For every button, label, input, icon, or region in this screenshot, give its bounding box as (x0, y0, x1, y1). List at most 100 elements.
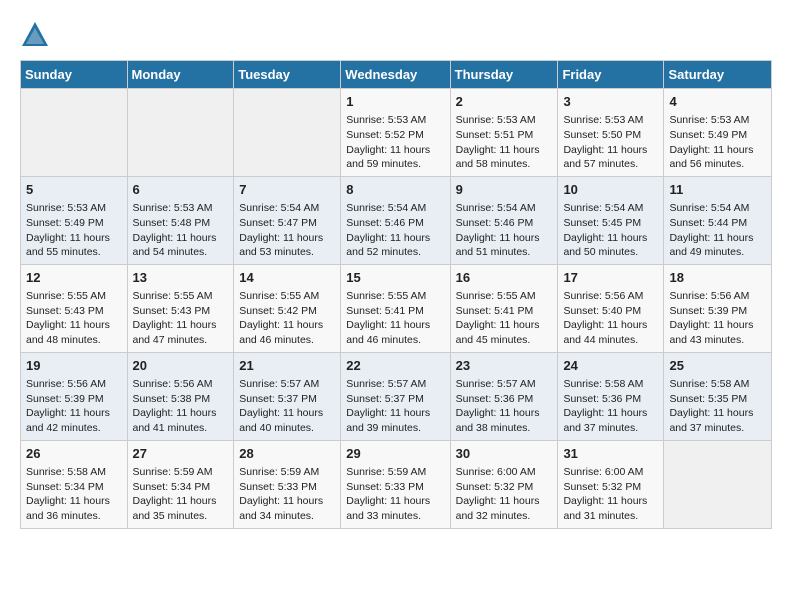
calendar-cell: 8 Sunrise: 5:54 AMSunset: 5:46 PMDaylight… (341, 176, 450, 264)
day-number: 26 (26, 445, 122, 463)
calendar-header: SundayMondayTuesdayWednesdayThursdayFrid… (21, 61, 772, 89)
day-number: 16 (456, 269, 553, 287)
day-info: Sunrise: 5:57 AMSunset: 5:36 PMDaylight:… (456, 377, 553, 436)
day-info: Sunrise: 5:59 AMSunset: 5:33 PMDaylight:… (239, 465, 335, 524)
calendar-cell: 19 Sunrise: 5:56 AMSunset: 5:39 PMDayligh… (21, 352, 128, 440)
day-info: Sunrise: 5:56 AMSunset: 5:39 PMDaylight:… (669, 289, 766, 348)
day-info: Sunrise: 5:54 AMSunset: 5:45 PMDaylight:… (563, 201, 658, 260)
calendar-cell: 1 Sunrise: 5:53 AMSunset: 5:52 PMDaylight… (341, 89, 450, 177)
day-info: Sunrise: 5:58 AMSunset: 5:36 PMDaylight:… (563, 377, 658, 436)
day-info: Sunrise: 5:53 AMSunset: 5:50 PMDaylight:… (563, 113, 658, 172)
day-number: 17 (563, 269, 658, 287)
day-info: Sunrise: 5:58 AMSunset: 5:35 PMDaylight:… (669, 377, 766, 436)
week-row-4: 26 Sunrise: 5:58 AMSunset: 5:34 PMDayligh… (21, 440, 772, 528)
day-number: 12 (26, 269, 122, 287)
day-number: 28 (239, 445, 335, 463)
calendar-cell: 6 Sunrise: 5:53 AMSunset: 5:48 PMDaylight… (127, 176, 234, 264)
day-number: 31 (563, 445, 658, 463)
calendar-cell: 15 Sunrise: 5:55 AMSunset: 5:41 PMDayligh… (341, 264, 450, 352)
calendar-cell: 26 Sunrise: 5:58 AMSunset: 5:34 PMDayligh… (21, 440, 128, 528)
day-number: 7 (239, 181, 335, 199)
header-sunday: Sunday (21, 61, 128, 89)
calendar-cell: 25 Sunrise: 5:58 AMSunset: 5:35 PMDayligh… (664, 352, 772, 440)
calendar-cell: 21Sunrise: 5:57 AMSunset: 5:37 PMDayligh… (234, 352, 341, 440)
header-tuesday: Tuesday (234, 61, 341, 89)
calendar-cell: 11 Sunrise: 5:54 AMSunset: 5:44 PMDayligh… (664, 176, 772, 264)
day-info: Sunrise: 5:55 AMSunset: 5:41 PMDaylight:… (346, 289, 444, 348)
day-info: Sunrise: 5:53 AMSunset: 5:49 PMDaylight:… (26, 201, 122, 260)
header-thursday: Thursday (450, 61, 558, 89)
day-number: 3 (563, 93, 658, 111)
calendar-cell: 2Sunrise: 5:53 AMSunset: 5:51 PMDaylight… (450, 89, 558, 177)
day-number: 15 (346, 269, 444, 287)
day-info: Sunrise: 5:54 AMSunset: 5:46 PMDaylight:… (456, 201, 553, 260)
header-monday: Monday (127, 61, 234, 89)
calendar-cell: 5 Sunrise: 5:53 AMSunset: 5:49 PMDaylight… (21, 176, 128, 264)
day-number: 11 (669, 181, 766, 199)
day-info: Sunrise: 5:55 AMSunset: 5:41 PMDaylight:… (456, 289, 553, 348)
day-info: Sunrise: 5:55 AMSunset: 5:43 PMDaylight:… (26, 289, 122, 348)
day-info: Sunrise: 5:56 AMSunset: 5:40 PMDaylight:… (563, 289, 658, 348)
calendar-cell: 18 Sunrise: 5:56 AMSunset: 5:39 PMDayligh… (664, 264, 772, 352)
day-info: Sunrise: 5:53 AMSunset: 5:51 PMDaylight:… (456, 113, 553, 172)
day-number: 1 (346, 93, 444, 111)
calendar-cell: 29 Sunrise: 5:59 AMSunset: 5:33 PMDayligh… (341, 440, 450, 528)
calendar-cell: 28 Sunrise: 5:59 AMSunset: 5:33 PMDayligh… (234, 440, 341, 528)
calendar-body: 1 Sunrise: 5:53 AMSunset: 5:52 PMDaylight… (21, 89, 772, 529)
day-number: 8 (346, 181, 444, 199)
day-info: Sunrise: 5:54 AMSunset: 5:44 PMDaylight:… (669, 201, 766, 260)
day-info: Sunrise: 5:55 AMSunset: 5:42 PMDaylight:… (239, 289, 335, 348)
day-number: 30 (456, 445, 553, 463)
day-info: Sunrise: 5:53 AMSunset: 5:49 PMDaylight:… (669, 113, 766, 172)
day-number: 14 (239, 269, 335, 287)
calendar-cell: 14 Sunrise: 5:55 AMSunset: 5:42 PMDayligh… (234, 264, 341, 352)
calendar-cell: 16 Sunrise: 5:55 AMSunset: 5:41 PMDayligh… (450, 264, 558, 352)
calendar-cell: 17 Sunrise: 5:56 AMSunset: 5:40 PMDayligh… (558, 264, 664, 352)
calendar-cell (664, 440, 772, 528)
logo-icon (20, 20, 50, 50)
day-info: Sunrise: 5:57 AMSunset: 5:37 PMDaylight:… (346, 377, 444, 436)
day-number: 18 (669, 269, 766, 287)
header-friday: Friday (558, 61, 664, 89)
day-info: Sunrise: 5:55 AMSunset: 5:43 PMDaylight:… (133, 289, 229, 348)
day-number: 25 (669, 357, 766, 375)
day-info: Sunrise: 5:58 AMSunset: 5:34 PMDaylight:… (26, 465, 122, 524)
day-info: Sunrise: 5:54 AMSunset: 5:46 PMDaylight:… (346, 201, 444, 260)
calendar-cell: 4Sunrise: 5:53 AMSunset: 5:49 PMDaylight… (664, 89, 772, 177)
day-number: 22 (346, 357, 444, 375)
day-info: Sunrise: 5:59 AMSunset: 5:33 PMDaylight:… (346, 465, 444, 524)
day-info: Sunrise: 5:57 AMSunset: 5:37 PMDaylight:… (239, 377, 335, 436)
day-number: 29 (346, 445, 444, 463)
day-number: 23 (456, 357, 553, 375)
calendar-cell (127, 89, 234, 177)
day-info: Sunrise: 5:53 AMSunset: 5:48 PMDaylight:… (133, 201, 229, 260)
day-info: Sunrise: 6:00 AMSunset: 5:32 PMDaylight:… (456, 465, 553, 524)
calendar-cell (21, 89, 128, 177)
week-row-2: 12 Sunrise: 5:55 AMSunset: 5:43 PMDayligh… (21, 264, 772, 352)
day-number: 27 (133, 445, 229, 463)
calendar-cell: 7Sunrise: 5:54 AMSunset: 5:47 PMDaylight… (234, 176, 341, 264)
week-row-0: 1 Sunrise: 5:53 AMSunset: 5:52 PMDaylight… (21, 89, 772, 177)
day-info: Sunrise: 5:56 AMSunset: 5:38 PMDaylight:… (133, 377, 229, 436)
day-info: Sunrise: 5:56 AMSunset: 5:39 PMDaylight:… (26, 377, 122, 436)
calendar-cell: 9 Sunrise: 5:54 AMSunset: 5:46 PMDaylight… (450, 176, 558, 264)
day-number: 19 (26, 357, 122, 375)
logo (20, 20, 54, 50)
calendar-cell: 3 Sunrise: 5:53 AMSunset: 5:50 PMDaylight… (558, 89, 664, 177)
day-info: Sunrise: 5:59 AMSunset: 5:34 PMDaylight:… (133, 465, 229, 524)
calendar-cell: 20 Sunrise: 5:56 AMSunset: 5:38 PMDayligh… (127, 352, 234, 440)
calendar-cell: 13 Sunrise: 5:55 AMSunset: 5:43 PMDayligh… (127, 264, 234, 352)
day-info: Sunrise: 6:00 AMSunset: 5:32 PMDaylight:… (563, 465, 658, 524)
calendar-cell: 31 Sunrise: 6:00 AMSunset: 5:32 PMDayligh… (558, 440, 664, 528)
day-number: 13 (133, 269, 229, 287)
day-number: 6 (133, 181, 229, 199)
calendar-cell: 30 Sunrise: 6:00 AMSunset: 5:32 PMDayligh… (450, 440, 558, 528)
day-number: 24 (563, 357, 658, 375)
day-number: 20 (133, 357, 229, 375)
day-number: 9 (456, 181, 553, 199)
header-wednesday: Wednesday (341, 61, 450, 89)
day-number: 5 (26, 181, 122, 199)
day-info: Sunrise: 5:53 AMSunset: 5:52 PMDaylight:… (346, 113, 444, 172)
calendar-cell (234, 89, 341, 177)
calendar-cell: 27 Sunrise: 5:59 AMSunset: 5:34 PMDayligh… (127, 440, 234, 528)
